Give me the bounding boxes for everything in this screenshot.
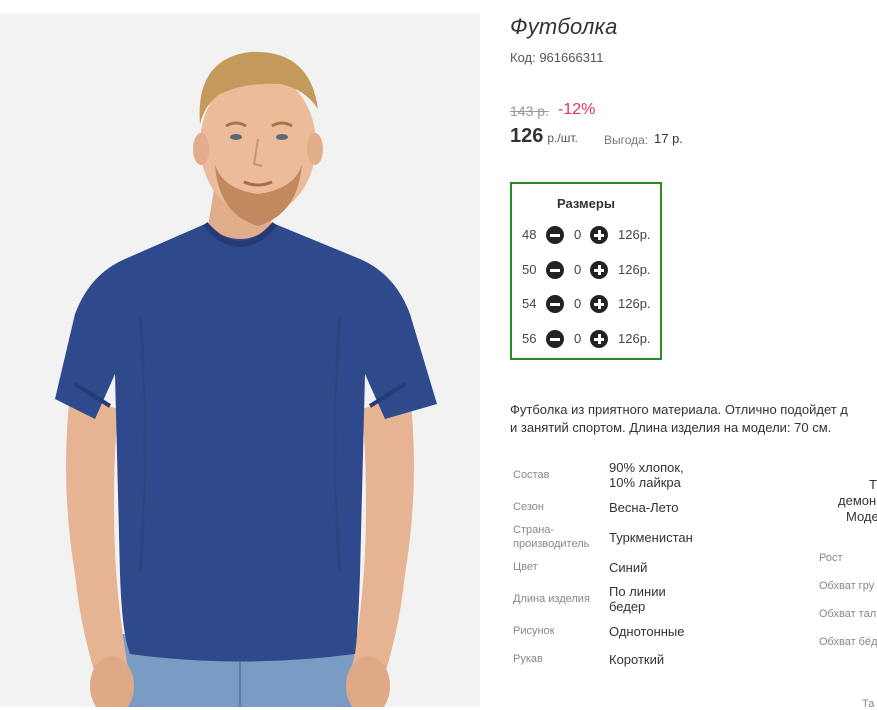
minus-circle-icon[interactable]: [546, 226, 564, 244]
minus-circle-icon[interactable]: [546, 261, 564, 279]
spec-label-line: производитель: [513, 538, 590, 550]
model-measure-label: Обхват бёд: [819, 636, 877, 648]
old-price: 143 р.: [510, 103, 549, 119]
size-row: 56 0 126р.: [512, 329, 662, 349]
size-label: 54: [522, 296, 537, 311]
spec-value-line: По линии: [609, 584, 666, 599]
benefit-label: Выгода:: [604, 133, 649, 147]
spec-value-line: 10% лайкра: [609, 475, 681, 490]
price-unit: р./шт.: [547, 131, 578, 145]
price-row: 126 р./шт.: [510, 125, 578, 148]
spec-value-line: бедер: [609, 599, 646, 614]
size-price: 126р.: [618, 227, 651, 242]
description-line: и занятий спортом. Длина изделия на моде…: [510, 420, 832, 435]
size-price: 126р.: [618, 296, 651, 311]
spec-value-sleeve: Короткий: [609, 652, 665, 667]
spec-label-country: Страна- производитель: [513, 523, 589, 551]
spec-value-line: 90% хлопок,: [609, 460, 684, 475]
spec-value-country: Туркменистан: [609, 530, 693, 545]
product-title: Футболка: [510, 14, 618, 39]
size-label: 50: [522, 262, 537, 277]
current-price: 126: [510, 125, 544, 147]
model-heading-line: Т: [869, 477, 877, 492]
discount-badge: -12%: [558, 101, 596, 118]
description-line: Футболка из приятного материала. Отлично…: [510, 402, 848, 417]
plus-circle-icon[interactable]: [590, 330, 608, 348]
minus-circle-icon[interactable]: [546, 295, 564, 313]
minus-circle-icon[interactable]: [546, 330, 564, 348]
model-heading-line: Моде: [846, 509, 877, 524]
product-description: Футболка из приятного материала. Отлично…: [510, 401, 877, 437]
size-price: 126р.: [618, 262, 651, 277]
model-measure-label: Рост: [819, 552, 843, 564]
quantity-value: 0: [574, 227, 582, 242]
size-row: 54 0 126р.: [512, 294, 662, 314]
spec-label-line: Страна-: [513, 524, 555, 536]
spec-value-color: Синий: [609, 560, 648, 575]
product-code: Код: 961666311: [510, 50, 604, 65]
spec-value-composition: 90% хлопок, 10% лайкра: [609, 460, 684, 490]
spec-label-length: Длина изделия: [513, 593, 590, 605]
benefit-value: 17 р.: [654, 131, 683, 146]
sizes-title: Размеры: [557, 196, 615, 211]
spec-label-pattern: Рисунок: [513, 625, 555, 637]
size-row: 48 0 126р.: [512, 225, 662, 245]
model-table-footer: Та: [862, 698, 875, 710]
size-label: 48: [522, 227, 537, 242]
tshirt-model-illustration: [55, 51, 437, 707]
size-price: 126р.: [618, 331, 651, 346]
model-heading-line: демон: [838, 493, 877, 508]
quantity-value: 0: [574, 262, 582, 277]
product-photo[interactable]: [0, 14, 480, 707]
size-row: 50 0 126р.: [512, 260, 662, 280]
spec-label-sleeve: Рукав: [513, 653, 543, 665]
size-label: 56: [522, 331, 537, 346]
plus-circle-icon[interactable]: [590, 226, 608, 244]
plus-circle-icon[interactable]: [590, 295, 608, 313]
spec-value-season: Весна-Лето: [609, 500, 679, 515]
quantity-value: 0: [574, 296, 582, 311]
spec-value-pattern: Однотонные: [609, 624, 685, 639]
model-measure-label: Обхват гру: [819, 580, 875, 592]
spec-label-season: Сезон: [513, 501, 544, 513]
sizes-selector: Размеры 48 0 126р. 50 0 126р. 54 0 126р.…: [510, 182, 662, 360]
plus-circle-icon[interactable]: [590, 261, 608, 279]
spec-value-length: По линии бедер: [609, 584, 666, 614]
quantity-value: 0: [574, 331, 582, 346]
spec-label-composition: Состав: [513, 469, 550, 481]
spec-label-color: Цвет: [513, 561, 538, 573]
model-measure-label: Обхват тал: [819, 608, 877, 620]
